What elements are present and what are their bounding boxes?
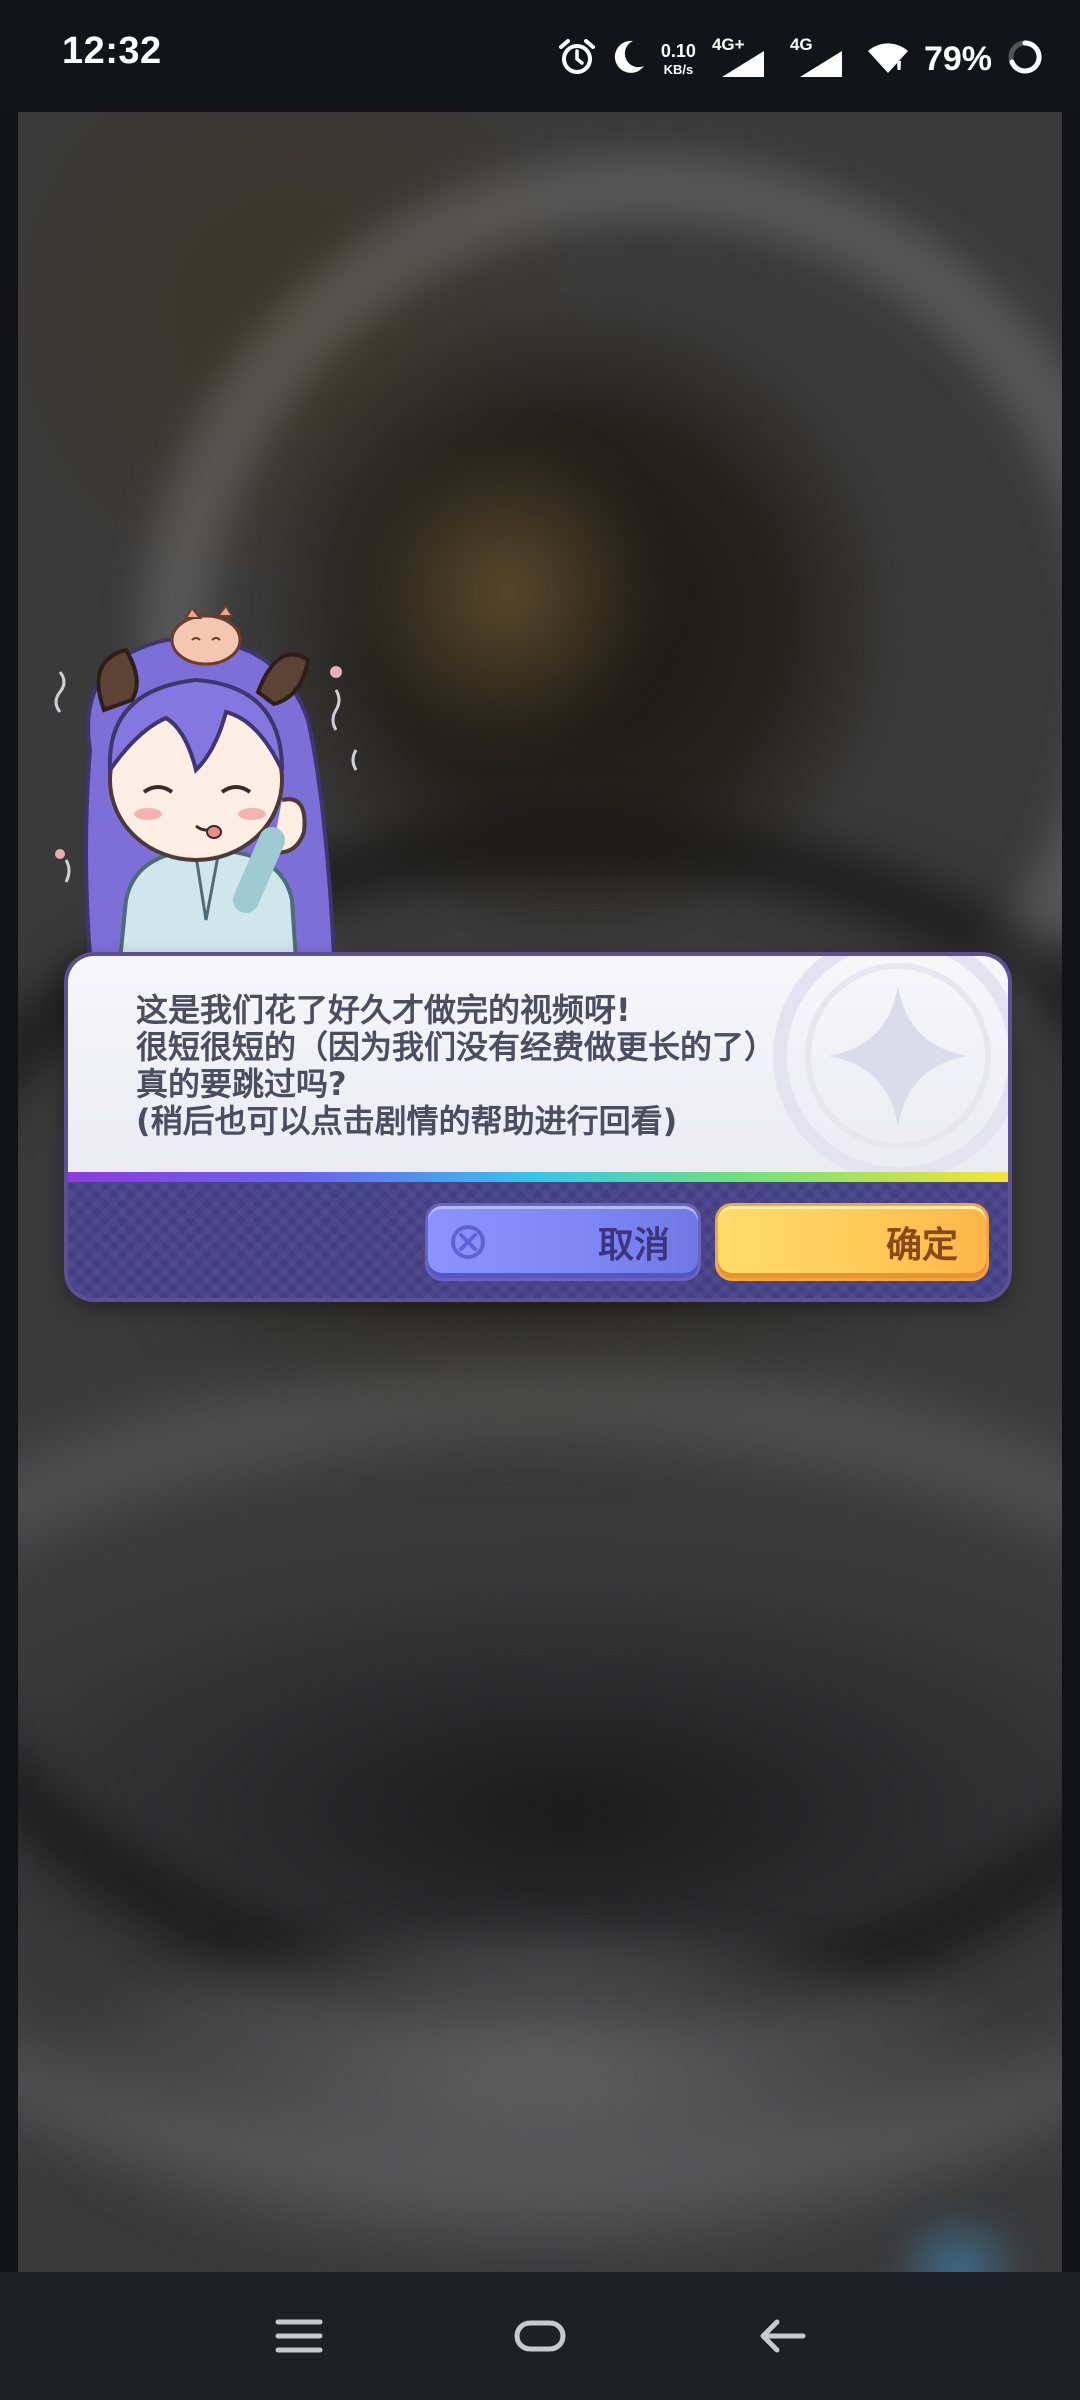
star-emblem-icon	[773, 956, 1008, 1181]
menu-icon	[275, 2319, 323, 2353]
alarm-icon	[557, 37, 597, 81]
net-speed-unit: KB/s	[663, 62, 694, 77]
battery-percent: 79%	[923, 39, 992, 78]
moon-icon	[611, 38, 647, 80]
wifi-icon	[866, 39, 910, 79]
signal-sim2: 4G	[788, 35, 852, 83]
signal-icon	[721, 51, 764, 77]
signal-icon	[799, 51, 842, 77]
cancel-button-label: 取消	[597, 1224, 670, 1266]
dialog-message: 这是我们花了好久才做完的视频呀! 很短很短的（因为我们没有经费做更长的了） 真的…	[136, 992, 776, 1140]
navigation-bar	[0, 2272, 1080, 2400]
back-icon	[760, 2319, 806, 2353]
confirm-button-label: 确定	[885, 1224, 958, 1266]
skip-video-dialog: 这是我们花了好久才做完的视频呀! 很短很短的（因为我们没有经费做更长的了） 真的…	[68, 956, 1008, 1298]
home-icon	[514, 2320, 566, 2352]
cancel-button[interactable]: 取消	[428, 1206, 698, 1278]
network-speed: 0.10 KB/s	[661, 42, 696, 76]
close-circle-icon	[451, 1225, 485, 1259]
rainbow-divider	[68, 1172, 1008, 1182]
message-line-2: 很短很短的（因为我们没有经费做更长的了）	[136, 1028, 777, 1066]
message-line-1: 这是我们花了好久才做完的视频呀!	[136, 991, 631, 1029]
recent-apps-button[interactable]	[259, 2308, 339, 2364]
dialog-button-bar: 取消 确定	[68, 1182, 1008, 1298]
dialog-message-area: 这是我们花了好久才做完的视频呀! 很短很短的（因为我们没有经费做更长的了） 真的…	[68, 956, 1008, 1181]
status-icons: 0.10 KB/s 4G+ 4G 79%	[557, 30, 1044, 88]
status-bar: 12:32 0.10 KB/s 4G+ 4G 79%	[0, 0, 1080, 112]
signal-sim1: 4G+	[710, 35, 774, 83]
home-button[interactable]	[500, 2308, 580, 2364]
net-speed-value: 0.10	[660, 41, 696, 61]
character-illustration	[46, 600, 366, 962]
message-line-3: 真的要跳过吗?	[136, 1065, 347, 1103]
back-button[interactable]	[742, 2308, 822, 2364]
message-line-4: (稍后也可以点击剧情的帮助进行回看)	[136, 1102, 678, 1140]
status-time: 12:32	[62, 30, 162, 72]
battery-ring-icon	[1006, 38, 1044, 80]
confirm-button[interactable]: 确定	[718, 1206, 986, 1278]
